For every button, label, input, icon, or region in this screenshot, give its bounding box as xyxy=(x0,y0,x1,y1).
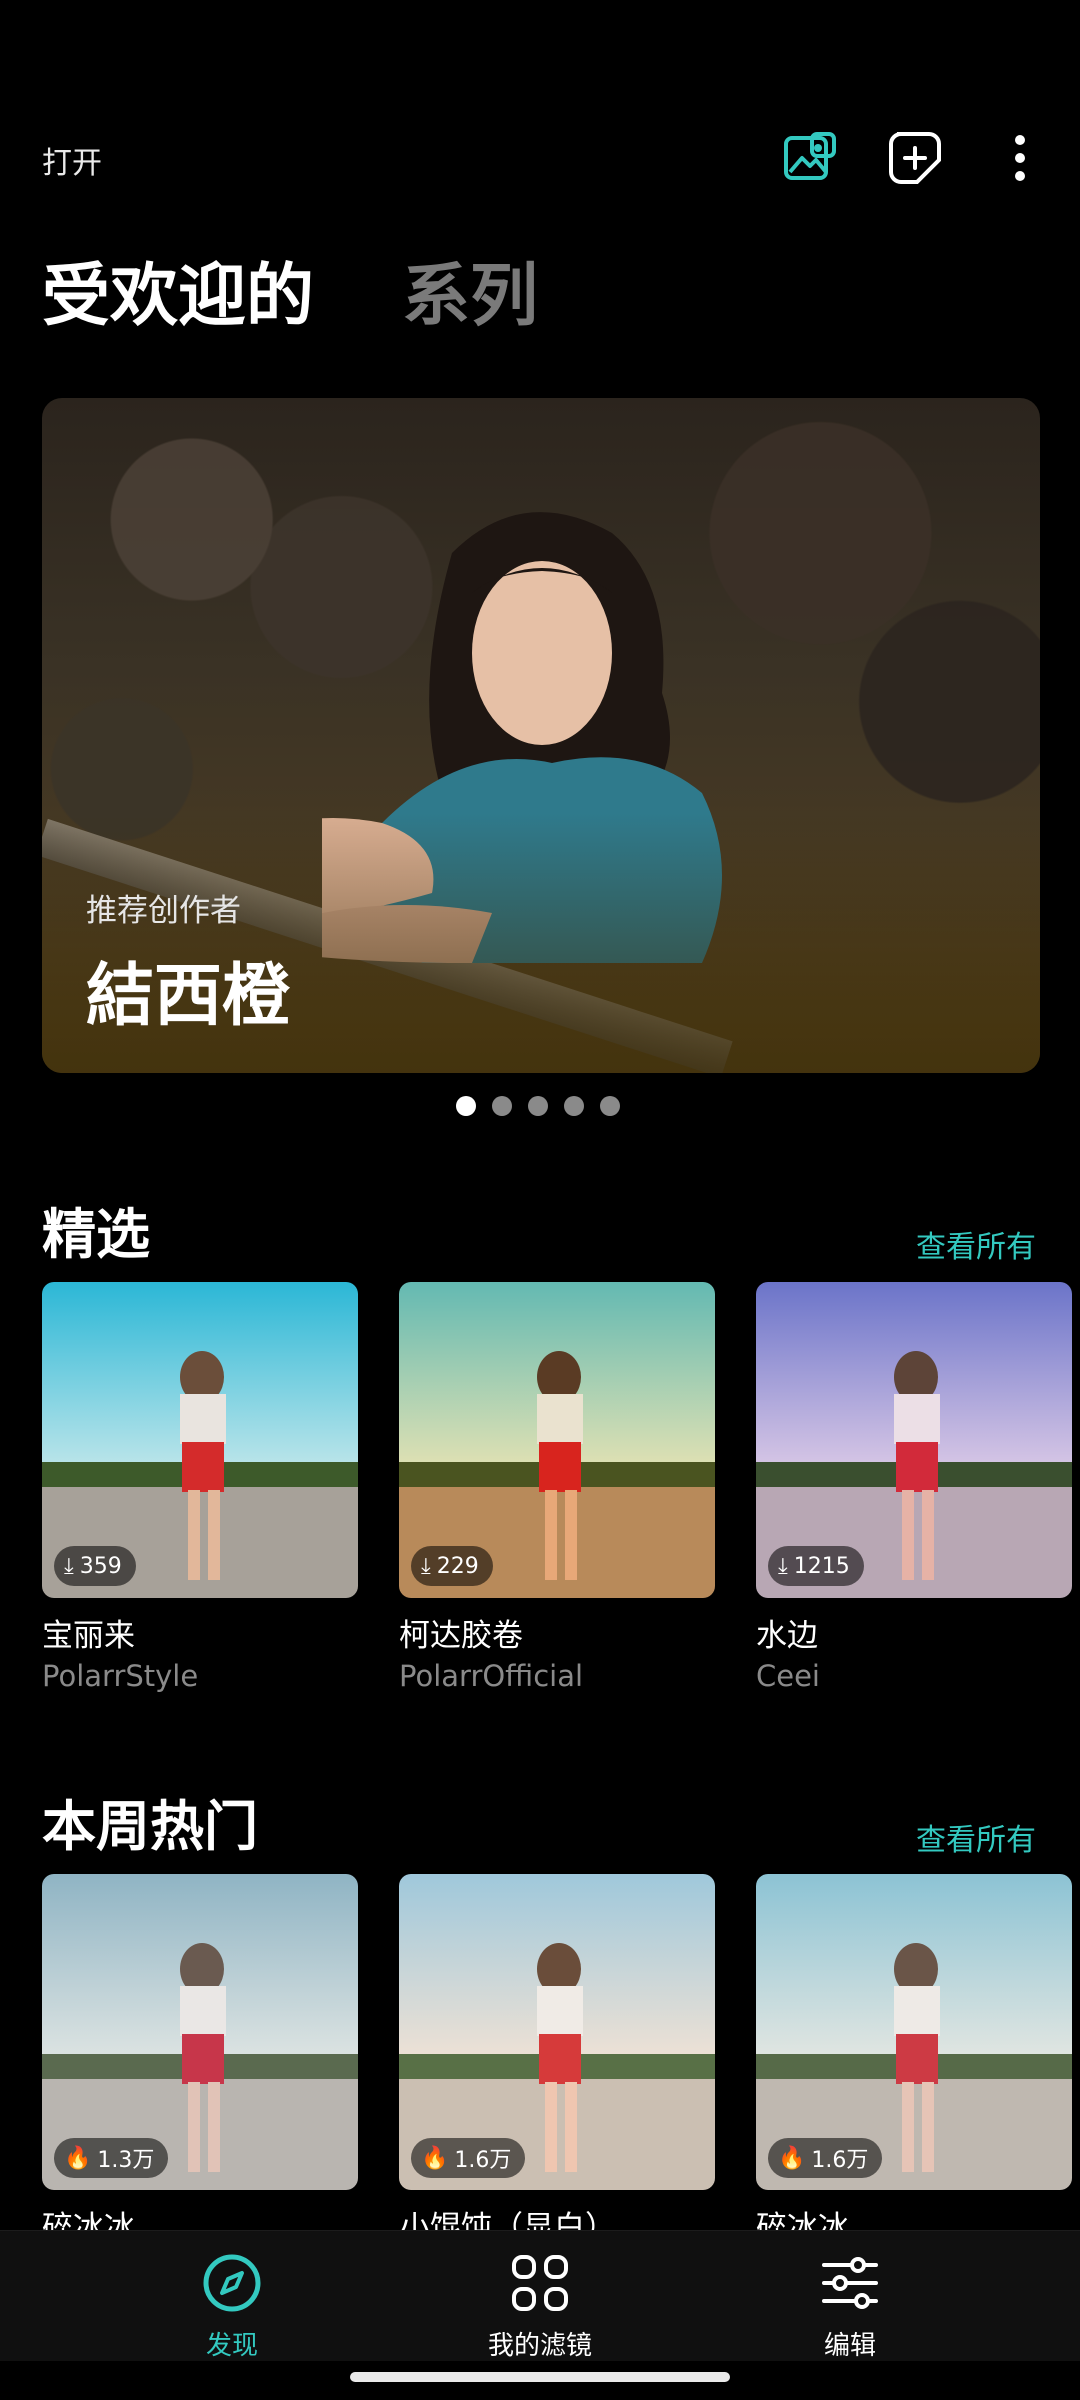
filter-thumbnail: ⤓ 1215 xyxy=(756,1282,1072,1598)
filter-card[interactable]: 🔥 1.6万 碎冰冰 xyxy=(756,1874,1072,2247)
nav-edit[interactable]: 编辑 xyxy=(750,2251,950,2362)
filter-card[interactable]: ⤓ 359 宝丽来 PolarrStyle xyxy=(42,1282,358,1693)
download-icon: ⤓ xyxy=(421,1553,431,1579)
add-square-icon[interactable] xyxy=(885,128,945,188)
filter-author[interactable]: PolarrStyle xyxy=(42,1659,358,1693)
hero-subtitle: 推荐创作者 xyxy=(86,893,241,929)
nav-label: 发现 xyxy=(205,2331,258,2361)
carousel-dot[interactable] xyxy=(564,1096,584,1116)
filter-author[interactable]: Ceei xyxy=(756,1659,1072,1693)
see-all-featured-link[interactable]: 查看所有 xyxy=(916,1222,1036,1266)
carousel-dot[interactable] xyxy=(600,1096,620,1116)
section-title-featured: 精选 xyxy=(42,1203,150,1266)
home-indicator[interactable] xyxy=(350,2372,730,2382)
fire-icon: 🔥 xyxy=(421,2145,449,2171)
carousel-dot[interactable] xyxy=(528,1096,548,1116)
filter-author[interactable]: PolarrOfficial xyxy=(399,1659,715,1693)
filter-thumbnail: ⤓ 359 xyxy=(42,1282,358,1598)
filter-thumbnail: 🔥 1.6万 xyxy=(399,1874,715,2190)
filter-thumbnail: 🔥 1.6万 xyxy=(756,1874,1072,2190)
download-icon: ⤓ xyxy=(64,1553,74,1579)
see-all-weekly-link[interactable]: 查看所有 xyxy=(916,1815,1036,1859)
download-count-badge: ⤓ 1215 xyxy=(768,1546,864,1586)
filter-card[interactable]: ⤓ 229 柯达胶卷 PolarrOfficial xyxy=(399,1282,715,1693)
carousel-indicator xyxy=(456,1096,620,1116)
carousel-dot[interactable] xyxy=(456,1096,476,1116)
fire-icon: 🔥 xyxy=(64,2145,92,2171)
sliders-icon xyxy=(822,2257,878,2309)
more-vertical-icon[interactable] xyxy=(990,128,1050,188)
popularity-badge: 🔥 1.3万 xyxy=(54,2138,169,2178)
tab-series[interactable]: 系列 xyxy=(402,240,538,339)
filter-name: 宝丽来 xyxy=(42,1618,135,1654)
filter-card[interactable]: 🔥 1.3万 碎冰冰 xyxy=(42,1874,358,2247)
hero-title: 結西橙 xyxy=(86,957,291,1036)
filter-name: 水边 xyxy=(756,1618,818,1654)
section-title-weekly: 本周热门 xyxy=(42,1795,258,1858)
filter-name: 柯达胶卷 xyxy=(399,1618,523,1654)
fire-icon: 🔥 xyxy=(778,2145,806,2171)
filter-thumbnail: 🔥 1.3万 xyxy=(42,1874,358,2190)
nav-label: 我的滤镜 xyxy=(487,2331,592,2361)
filter-thumbnail: ⤓ 229 xyxy=(399,1282,715,1598)
tab-popular[interactable]: 受欢迎的 xyxy=(42,240,314,339)
grid-icon xyxy=(512,2255,568,2311)
popularity-badge: 🔥 1.6万 xyxy=(768,2138,883,2178)
filter-card[interactable]: 🔥 1.6万 小馄饨（显白） xyxy=(399,1874,715,2247)
nav-label: 编辑 xyxy=(823,2331,876,2361)
compass-icon xyxy=(203,2254,261,2312)
filter-card[interactable]: ⤓ 1215 水边 Ceei xyxy=(756,1282,1072,1693)
image-gallery-icon[interactable] xyxy=(780,128,840,188)
carousel-dot[interactable] xyxy=(492,1096,512,1116)
open-button[interactable]: 打开 xyxy=(42,138,102,182)
bottom-navigation: 发现 我的滤镜 编辑 xyxy=(0,2230,1080,2361)
nav-my-filters[interactable]: 我的滤镜 xyxy=(440,2251,640,2362)
nav-discover[interactable]: 发现 xyxy=(132,2251,332,2362)
download-count-badge: ⤓ 359 xyxy=(54,1546,136,1586)
popularity-badge: 🔥 1.6万 xyxy=(411,2138,526,2178)
download-count-badge: ⤓ 229 xyxy=(411,1546,493,1586)
download-icon: ⤓ xyxy=(778,1553,788,1579)
